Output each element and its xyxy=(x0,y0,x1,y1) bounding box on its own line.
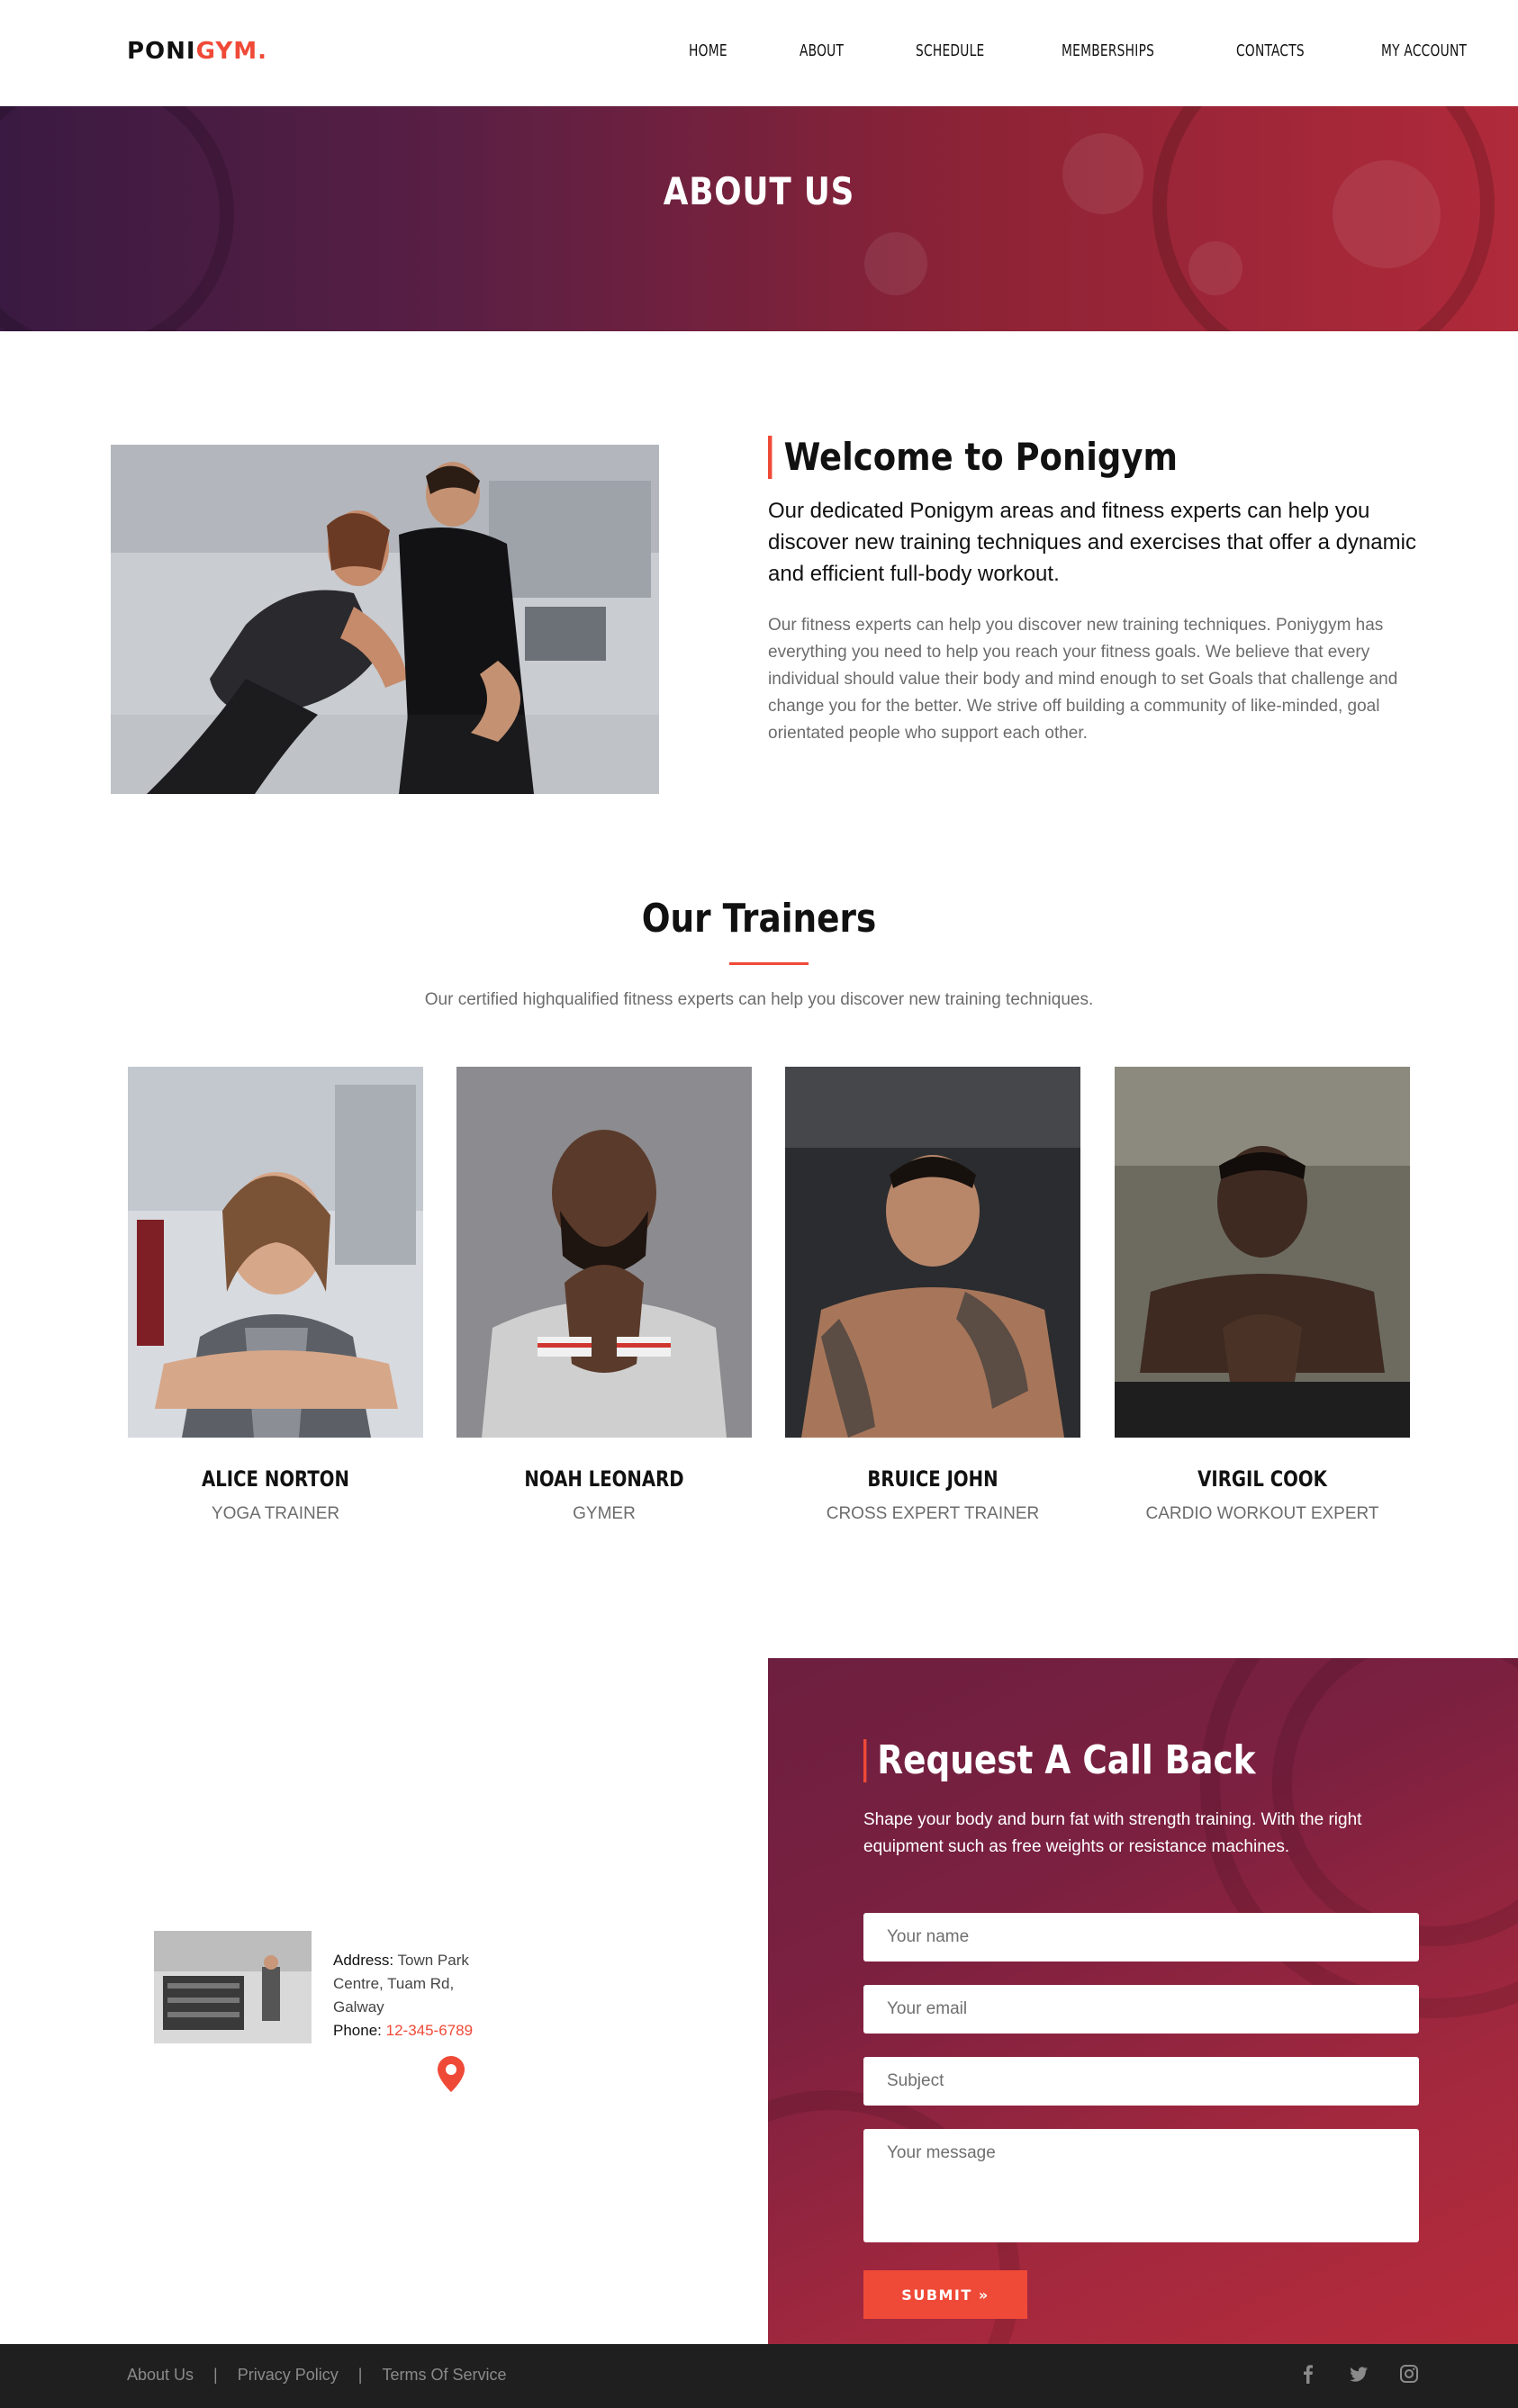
instagram-icon[interactable] xyxy=(1399,2364,1419,2384)
trainer-photo xyxy=(785,1067,1080,1438)
message-textarea[interactable] xyxy=(863,2129,1419,2242)
footer-link-terms[interactable]: Terms Of Service xyxy=(382,2366,506,2384)
phone-label: Phone: xyxy=(333,2022,382,2039)
nav-schedule[interactable]: SCHEDULE xyxy=(916,41,984,60)
welcome-photo-illustration xyxy=(111,445,659,794)
hero-bg-ring xyxy=(0,106,234,331)
footer-link-privacy[interactable]: Privacy Policy xyxy=(238,2366,339,2384)
top-navigation: PONIGYM. HOME ABOUT SCHEDULE MEMBERSHIPS… xyxy=(0,0,1518,106)
callback-form-panel: Request A Call Back Shape your body and … xyxy=(768,1658,1518,2344)
callback-description: Shape your body and burn fat with streng… xyxy=(863,1810,1362,1856)
trainer-name: BRUICE JOHN xyxy=(867,1466,998,1492)
trainer-name: VIRGIL COOK xyxy=(1197,1466,1327,1492)
trainer-photo xyxy=(1115,1067,1410,1438)
trainer-role: YOGA TRAINER xyxy=(211,1504,340,1523)
logo-main-text: PONI xyxy=(127,38,196,65)
trainer-role: CROSS EXPERT TRAINER xyxy=(826,1504,1040,1523)
map-pin-icon[interactable] xyxy=(438,2056,465,2092)
email-input[interactable] xyxy=(863,1985,1419,2034)
trainer-photo xyxy=(128,1067,423,1438)
gym-location-illustration xyxy=(154,1931,312,2043)
trainer-card[interactable]: BRUICE JOHN CROSS EXPERT TRAINER xyxy=(785,1067,1080,1524)
welcome-lead-text: Our dedicated Ponigym areas and fitness … xyxy=(768,499,1416,586)
hero-bg-ring xyxy=(1152,106,1495,331)
welcome-title: Welcome to Ponigym xyxy=(768,435,1178,480)
logo-accent-text: GYM. xyxy=(195,38,267,65)
callback-title: Request A Call Back xyxy=(863,1738,1255,1783)
page-title: ABOUT US xyxy=(663,169,855,213)
trainer-card[interactable]: ALICE NORTON YOGA TRAINER xyxy=(128,1067,423,1524)
footer-link-about[interactable]: About Us xyxy=(127,2366,194,2384)
phone-link[interactable]: 12-345-6789 xyxy=(386,2022,473,2039)
gym-location-photo xyxy=(154,1931,312,2043)
subject-input[interactable] xyxy=(863,2057,1419,2106)
nav-memberships[interactable]: MEMBERSHIPS xyxy=(1062,41,1154,60)
trainer-name: NOAH LEONARD xyxy=(524,1466,684,1492)
social-links xyxy=(1298,2364,1419,2384)
trainer-card[interactable]: NOAH LEONARD GYMER xyxy=(456,1067,752,1524)
site-logo[interactable]: PONIGYM. xyxy=(127,38,267,65)
trainer-role: GYMER xyxy=(573,1504,636,1523)
welcome-photo xyxy=(111,445,659,794)
hero-bg-bokeh xyxy=(864,232,927,295)
trainer-photo-illustration xyxy=(785,1067,1080,1438)
address-label: Address: xyxy=(333,1952,394,1969)
footer-separator: | xyxy=(213,2366,218,2384)
trainers-section-title: Our Trainers xyxy=(641,896,877,942)
trainers-title-underline xyxy=(729,962,809,965)
trainer-role: CARDIO WORKOUT EXPERT xyxy=(1145,1504,1379,1523)
trainer-photo xyxy=(456,1067,752,1438)
welcome-body-text: Our fitness experts can help you discove… xyxy=(768,616,1398,743)
trainer-photo-illustration xyxy=(128,1067,423,1438)
trainer-card[interactable]: VIRGIL COOK CARDIO WORKOUT EXPERT xyxy=(1115,1067,1410,1524)
nav-my-account[interactable]: MY ACCOUNT xyxy=(1381,41,1467,60)
submit-button[interactable]: SUBMIT » xyxy=(863,2270,1027,2319)
site-footer: About Us | Privacy Policy | Terms Of Service xyxy=(0,2344,1518,2408)
main-menu: HOME ABOUT SCHEDULE MEMBERSHIPS CONTACTS… xyxy=(624,41,1482,60)
trainers-section-subtitle: Our certified highqualified fitness expe… xyxy=(424,990,1094,1009)
nav-contacts[interactable]: CONTACTS xyxy=(1236,41,1305,60)
twitter-icon[interactable] xyxy=(1349,2364,1369,2384)
hero-bg-bokeh xyxy=(1188,241,1242,295)
trainer-name: ALICE NORTON xyxy=(202,1466,349,1492)
trainer-photo-illustration xyxy=(456,1067,752,1438)
page-hero: ABOUT US xyxy=(0,106,1518,331)
facebook-icon[interactable] xyxy=(1298,2364,1318,2384)
trainer-photo-illustration xyxy=(1115,1067,1410,1438)
nav-about[interactable]: ABOUT xyxy=(800,41,844,60)
footer-links: About Us | Privacy Policy | Terms Of Service xyxy=(127,2366,506,2385)
contact-details: Address: Town Park Centre, Tuam Rd, Galw… xyxy=(333,1949,504,2043)
name-input[interactable] xyxy=(863,1913,1419,1962)
footer-separator: | xyxy=(357,2366,363,2384)
nav-home[interactable]: HOME xyxy=(689,41,727,60)
